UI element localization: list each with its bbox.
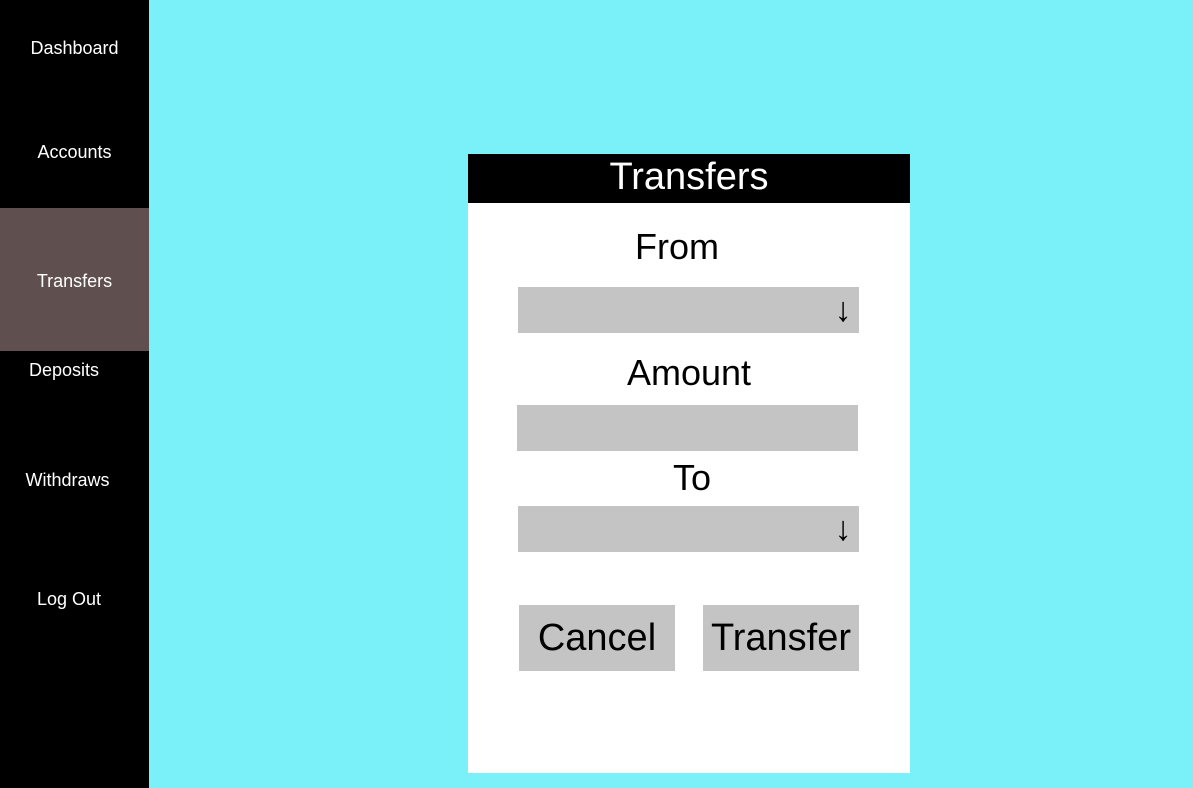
sidebar-item-transfers[interactable]: Transfers xyxy=(0,208,149,351)
sidebar-item-dashboard[interactable]: Dashboard xyxy=(0,0,149,100)
sidebar-item-label: Withdraws xyxy=(25,470,110,490)
sidebar-item-label: Dashboard xyxy=(30,38,119,58)
transfer-button[interactable]: Transfer xyxy=(703,605,859,671)
amount-input[interactable] xyxy=(517,405,858,451)
sidebar: Dashboard Accounts Transfers Deposits Wi… xyxy=(0,0,149,788)
sidebar-item-withdraws[interactable]: Withdraws xyxy=(0,431,135,541)
sidebar-item-label: Transfers xyxy=(36,271,113,291)
from-select[interactable]: ↓ xyxy=(518,287,859,333)
arrow-down-icon: ↓ xyxy=(834,291,852,329)
sidebar-item-label: Log Out xyxy=(36,589,102,609)
sidebar-item-label: Accounts xyxy=(37,142,112,162)
to-label: To xyxy=(672,457,712,498)
cancel-button[interactable]: Cancel xyxy=(519,605,675,671)
sidebar-item-logout[interactable]: Log Out xyxy=(0,541,138,661)
panel-title: Transfers xyxy=(468,154,910,203)
transfer-panel: Transfers From ↓ Amount To ↓ Cancel Tran… xyxy=(468,154,910,773)
from-label: From xyxy=(635,226,719,267)
to-select[interactable]: ↓ xyxy=(518,506,859,552)
sidebar-item-accounts[interactable]: Accounts xyxy=(0,100,149,208)
sidebar-item-deposits[interactable]: Deposits xyxy=(0,351,128,431)
sidebar-item-label: Deposits xyxy=(28,360,100,380)
arrow-down-icon: ↓ xyxy=(834,510,852,548)
amount-label: Amount xyxy=(626,352,752,393)
